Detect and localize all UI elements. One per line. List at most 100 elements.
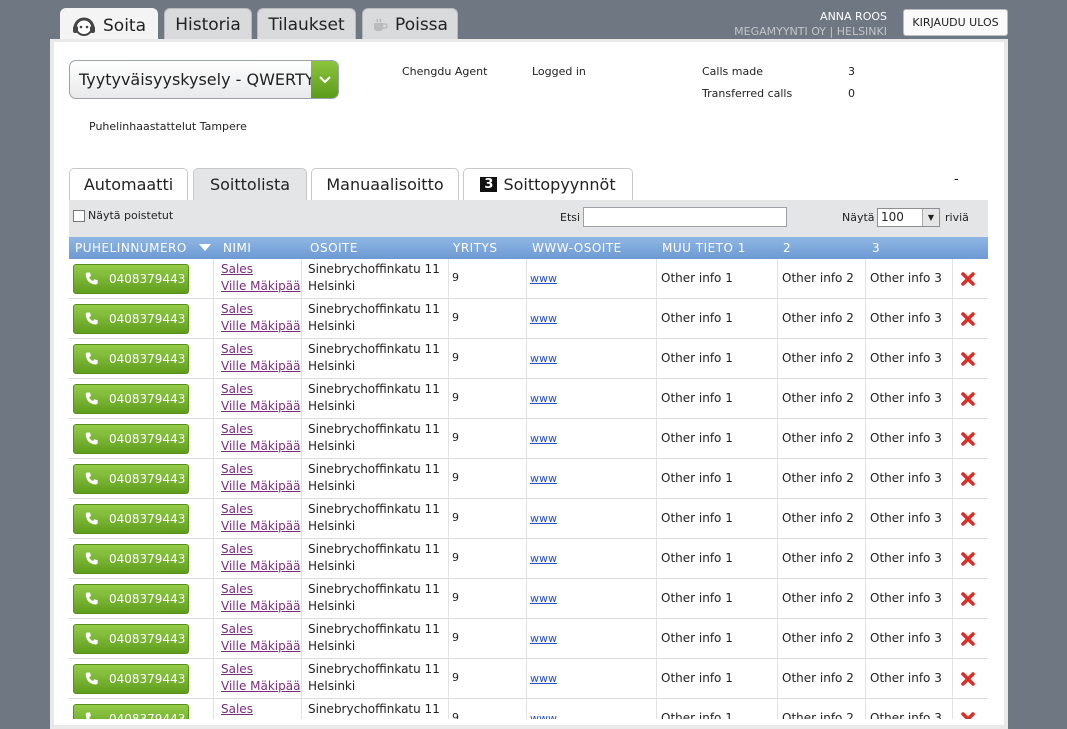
company-cell: 9	[449, 419, 527, 458]
top-tab-poissa[interactable]: Poissa	[362, 8, 458, 41]
contact-group-link[interactable]: Sales	[221, 702, 253, 716]
column-header-info3[interactable]: 3	[872, 241, 880, 255]
contact-group-link[interactable]: Sales	[221, 582, 253, 596]
column-header-info1[interactable]: MUU TIETO 1	[662, 241, 746, 255]
tab-automaatti[interactable]: Automaatti	[69, 168, 188, 200]
search-input[interactable]	[583, 207, 787, 227]
contact-group-link[interactable]: Sales	[221, 262, 253, 276]
delete-icon[interactable]	[960, 391, 976, 407]
delete-icon[interactable]	[960, 591, 976, 607]
column-header-company[interactable]: YRITYS	[453, 241, 497, 255]
contact-name-link[interactable]: Ville Mäkipää	[221, 359, 300, 373]
www-link[interactable]: www	[530, 512, 557, 525]
chevron-down-icon[interactable]	[311, 61, 338, 98]
delete-icon[interactable]	[960, 471, 976, 487]
www-link[interactable]: www	[530, 552, 557, 565]
column-header-phone[interactable]: PUHELINNUMERO	[75, 241, 187, 255]
www-link[interactable]: www	[530, 632, 557, 645]
call-button[interactable]: 0408379443	[73, 344, 189, 374]
phone-cell: 0408379443	[69, 459, 214, 498]
www-cell: www	[527, 579, 657, 618]
delete-icon[interactable]	[960, 351, 976, 367]
www-link[interactable]: www	[530, 592, 557, 605]
company-value: 9	[452, 391, 459, 404]
delete-icon[interactable]	[960, 551, 976, 567]
address-street: Sinebrychoffinkatu 11	[308, 502, 440, 516]
contact-name-link[interactable]: Ville Mäkipää	[221, 559, 300, 573]
call-button[interactable]: 0408379443	[73, 544, 189, 574]
www-link[interactable]: www	[530, 352, 557, 365]
www-link[interactable]: www	[530, 272, 557, 285]
contact-name-link[interactable]: Ville Mäkipää	[221, 519, 300, 533]
contact-group-link[interactable]: Sales	[221, 382, 253, 396]
call-button[interactable]: 0408379443	[73, 664, 189, 694]
www-link[interactable]: www	[530, 712, 557, 719]
contact-name-link[interactable]: Ville Mäkipää	[221, 279, 300, 293]
contact-name-link[interactable]: Ville Mäkipää	[221, 679, 300, 693]
top-tab-label: Tilaukset	[268, 15, 345, 35]
table-header: PUHELINNUMERO NIMI OSOITE YRITYS WWW-OSO…	[69, 237, 988, 259]
delete-icon[interactable]	[960, 271, 976, 287]
call-button[interactable]: 0408379443	[73, 304, 189, 334]
contact-group-link[interactable]: Sales	[221, 422, 253, 436]
address-street: Sinebrychoffinkatu 11	[308, 302, 440, 316]
call-button[interactable]: 0408379443	[73, 384, 189, 414]
delete-icon[interactable]	[960, 511, 976, 527]
contact-group-link[interactable]: Sales	[221, 502, 253, 516]
www-link[interactable]: www	[530, 432, 557, 445]
contact-name-link[interactable]: Ville Mäkipää	[221, 479, 300, 493]
www-link[interactable]: www	[530, 392, 557, 405]
www-link[interactable]: www	[530, 472, 557, 485]
campaign-select[interactable]: Tyytyväisyyskysely - QWERTY	[69, 60, 339, 99]
tab-soittopyynnot[interactable]: 3 Soittopyynnöt	[463, 168, 633, 200]
contact-name-link[interactable]: Ville Mäkipää	[221, 599, 300, 613]
top-tab-soita[interactable]: Soita	[60, 8, 158, 43]
tab-manuaalisoitto[interactable]: Manuaalisoitto	[311, 168, 459, 200]
www-link[interactable]: www	[530, 672, 557, 685]
call-button[interactable]: 0408379443	[73, 464, 189, 494]
rows-per-page-select[interactable]: 100 ▼	[877, 208, 940, 227]
delete-icon[interactable]	[960, 671, 976, 687]
delete-icon[interactable]	[960, 711, 976, 719]
delete-icon[interactable]	[960, 431, 976, 447]
contact-group-link[interactable]: Sales	[221, 622, 253, 636]
top-tab-historia[interactable]: Historia	[164, 8, 252, 41]
show-deleted-toggle[interactable]: Näytä poistetut	[73, 209, 173, 222]
delete-icon[interactable]	[960, 631, 976, 647]
contact-group-link[interactable]: Sales	[221, 302, 253, 316]
minimize-dash[interactable]: -	[954, 172, 959, 187]
column-header-info2[interactable]: 2	[783, 241, 791, 255]
phone-icon	[85, 352, 98, 365]
tab-label: Soittolista	[209, 175, 291, 194]
address-cell: Sinebrychoffinkatu 11 Helsinki	[302, 539, 449, 578]
call-button[interactable]: 0408379443	[73, 504, 189, 534]
delete-icon[interactable]	[960, 311, 976, 327]
address-city: Helsinki	[308, 639, 356, 653]
call-button[interactable]: 0408379443	[73, 424, 189, 454]
contact-name-link[interactable]: Ville Mäkipää	[221, 399, 300, 413]
tab-label: Manuaalisoitto	[326, 175, 444, 194]
sort-desc-icon[interactable]	[199, 244, 211, 251]
column-header-address[interactable]: OSOITE	[310, 241, 358, 255]
contact-group-link[interactable]: Sales	[221, 342, 253, 356]
other-info-3: Other info 3	[870, 471, 942, 485]
column-header-name[interactable]: NIMI	[223, 241, 251, 255]
call-button[interactable]: 0408379443	[73, 264, 189, 294]
logout-button[interactable]: KIRJAUDU ULOS	[903, 9, 1008, 36]
contact-name-link[interactable]: Ville Mäkipää	[221, 639, 300, 653]
call-button[interactable]: 0408379443	[73, 584, 189, 614]
contact-name-link[interactable]: Ville Mäkipää	[221, 439, 300, 453]
www-cell: www	[527, 259, 657, 298]
contact-group-link[interactable]: Sales	[221, 662, 253, 676]
top-tab-tilaukset[interactable]: Tilaukset	[257, 8, 356, 41]
address-city: Helsinki	[308, 439, 356, 453]
show-deleted-checkbox[interactable]	[73, 209, 85, 222]
www-link[interactable]: www	[530, 312, 557, 325]
contact-name-link[interactable]: Ville Mäkipää	[221, 319, 300, 333]
call-button[interactable]: 0408379443	[73, 624, 189, 654]
other-info-1: Other info 1	[661, 311, 733, 325]
contact-group-link[interactable]: Sales	[221, 542, 253, 556]
tab-soittolista[interactable]: Soittolista	[193, 168, 307, 200]
contact-group-link[interactable]: Sales	[221, 462, 253, 476]
column-header-www[interactable]: WWW-OSOITE	[532, 241, 622, 255]
